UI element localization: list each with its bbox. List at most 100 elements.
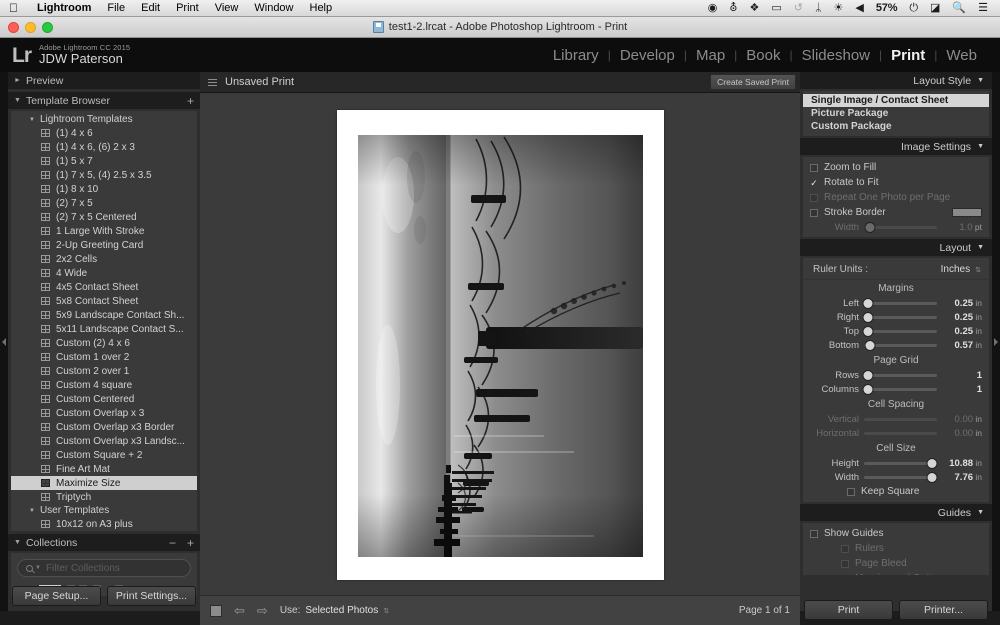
stroke-width-slider-knob[interactable] <box>865 222 875 232</box>
template-item[interactable]: (1) 7 x 5, (4) 2.5 x 3.5 <box>11 168 197 182</box>
page-grid-columns[interactable]: Columns 1 <box>803 382 989 396</box>
template-group-header[interactable]: ▼ User Templates <box>11 504 197 517</box>
spotlight-search-icon[interactable]: 🔍 <box>946 0 972 17</box>
template-item[interactable]: Custom Overlap x 3 <box>11 406 197 420</box>
show-guides-checkbox[interactable]: Show Guides <box>803 526 989 541</box>
photo-cell[interactable] <box>357 134 643 557</box>
cell-spacing-horizontal-slider[interactable] <box>864 431 937 435</box>
template-browser-header[interactable]: ▼ Template Browser + <box>8 92 200 109</box>
identity-plate[interactable]: Lr Adobe Lightroom CC 2015 JDW Paterson <box>0 43 130 66</box>
margin-left-slider-knob[interactable] <box>863 298 873 308</box>
template-item[interactable]: (2) 7 x 5 <box>11 196 197 210</box>
airplay-icon[interactable]: ▭ <box>765 0 787 17</box>
template-item[interactable]: Custom Overlap x3 Landsc... <box>11 434 197 448</box>
ruler-units-select[interactable]: Inches ⇅ <box>941 264 981 275</box>
minimize-button[interactable] <box>25 22 36 33</box>
template-item[interactable]: Custom 4 square <box>11 378 197 392</box>
cell-spacing-vertical[interactable]: Vertical 0.00 in <box>803 412 989 426</box>
image-setting-zoom-to-fill[interactable]: Zoom to Fill <box>803 160 989 175</box>
page-setup-button[interactable]: Page Setup... <box>12 586 101 606</box>
page-grid-rows-slider-knob[interactable] <box>863 370 873 380</box>
time-machine-icon[interactable]: ↺ <box>788 0 809 17</box>
cell-size-height-slider[interactable] <box>864 458 937 468</box>
module-print[interactable]: Print <box>882 47 934 64</box>
checkbox-icon[interactable] <box>841 574 849 575</box>
print-button[interactable]: Print <box>804 600 893 620</box>
margin-left-slider[interactable] <box>863 298 937 308</box>
guide-margins-and-gutters[interactable]: Margins and Gutters <box>803 571 989 575</box>
filter-collections-input[interactable]: ▼ Filter Collections <box>17 559 191 577</box>
cell-size-width[interactable]: Width 7.76 in <box>803 470 989 484</box>
shield-icon[interactable]: ⛢ <box>723 0 743 17</box>
template-item[interactable]: Fine Art Mat <box>11 462 197 476</box>
guide-page-bleed[interactable]: Page Bleed <box>803 556 989 571</box>
right-panel-toggle[interactable] <box>992 72 1000 611</box>
volume-icon[interactable]: ◀ <box>849 0 869 17</box>
margin-top-slider-knob[interactable] <box>863 326 873 336</box>
page-grid-rows-slider[interactable] <box>863 370 937 380</box>
margin-right-slider-knob[interactable] <box>863 312 873 322</box>
template-item[interactable]: 5x8 Contact Sheet <box>11 294 197 308</box>
template-group-header[interactable]: ▼ Lightroom Templates <box>11 113 197 126</box>
template-item[interactable]: 4x5 Contact Sheet <box>11 280 197 294</box>
close-button[interactable] <box>8 22 19 33</box>
plus-icon[interactable]: + <box>187 95 194 107</box>
image-setting-stroke-border[interactable]: Stroke Border <box>803 205 989 220</box>
cell-size-width-slider-knob[interactable] <box>927 472 937 482</box>
image-setting-repeat-one-photo-per-page[interactable]: Repeat One Photo per Page <box>803 190 989 205</box>
checkbox-icon[interactable] <box>810 208 818 217</box>
clock-icon[interactable]: ◪ <box>924 0 946 17</box>
menu-item-view[interactable]: View <box>207 2 247 14</box>
page-grid-columns-slider-knob[interactable] <box>863 384 873 394</box>
margin-bottom-slider[interactable] <box>864 340 937 350</box>
template-item[interactable]: Triptych <box>11 490 197 504</box>
template-item[interactable]: 5x9 Landscape Contact Sh... <box>11 308 197 322</box>
wifi-icon[interactable]: ☀ <box>828 0 850 17</box>
use-selector[interactable]: Use: Selected Photos ⇅ <box>280 605 389 616</box>
plus-icon[interactable]: + <box>187 537 194 549</box>
template-item[interactable]: Maximize Size <box>11 476 197 490</box>
dropbox-icon[interactable]: ❖ <box>743 0 765 17</box>
left-panel-toggle[interactable] <box>0 72 8 611</box>
cell-size-width-slider[interactable] <box>864 472 937 482</box>
margin-top[interactable]: Top 0.25 in <box>803 324 989 338</box>
create-saved-print-button[interactable]: Create Saved Print <box>710 74 796 90</box>
template-item[interactable]: 2x2 Cells <box>11 252 197 266</box>
layout-header[interactable]: Layout ▼ <box>800 239 992 256</box>
page-grid-columns-slider[interactable] <box>863 384 937 394</box>
cell-size-height[interactable]: Height 10.88 in <box>803 456 989 470</box>
template-item[interactable]: 10x12 on A3 plus <box>11 517 197 531</box>
layout-style-header[interactable]: Layout Style ▼ <box>800 72 992 89</box>
menu-item-print[interactable]: Print <box>168 2 207 14</box>
print-page[interactable] <box>336 109 664 580</box>
vpn-eye-icon[interactable]: ◉ <box>702 0 724 17</box>
print-settings-button[interactable]: Print Settings... <box>107 586 196 606</box>
layout-style-option[interactable]: Single Image / Contact Sheet <box>803 94 989 107</box>
image-settings-header[interactable]: Image Settings ▼ <box>800 138 992 155</box>
menu-icon[interactable] <box>204 78 217 86</box>
minus-icon[interactable]: − <box>169 537 176 549</box>
guides-header[interactable]: Guides ▼ <box>800 504 992 521</box>
template-item[interactable]: Custom 1 over 2 <box>11 350 197 364</box>
menu-item-window[interactable]: Window <box>246 2 301 14</box>
template-item[interactable]: Custom (2) 4 x 6 <box>11 336 197 350</box>
module-slideshow[interactable]: Slideshow <box>793 47 879 64</box>
layout-style-option[interactable]: Picture Package <box>803 107 989 120</box>
template-list[interactable]: ▼ Lightroom Templates (1) 4 x 6 (1) 4 x 6, … <box>11 111 197 531</box>
image-setting-rotate-to-fit[interactable]: ✓ Rotate to Fit <box>803 175 989 190</box>
margin-top-slider[interactable] <box>863 326 937 336</box>
zoom-button[interactable] <box>42 22 53 33</box>
stroke-border-color-swatch[interactable] <box>952 208 982 217</box>
cell-spacing-vertical-slider[interactable] <box>864 417 937 421</box>
menu-item-file[interactable]: File <box>99 2 133 14</box>
margin-left[interactable]: Left 0.25 in <box>803 296 989 310</box>
module-develop[interactable]: Develop <box>611 47 684 64</box>
menu-item-lightroom[interactable]: Lightroom <box>29 2 99 14</box>
print-preview-stage[interactable] <box>200 94 800 595</box>
template-item[interactable]: (1) 4 x 6, (6) 2 x 3 <box>11 140 197 154</box>
page-thumbnail-icon[interactable] <box>210 604 222 617</box>
stroke-width-slider[interactable] <box>864 222 937 232</box>
template-item[interactable]: Custom Overlap x3 Border <box>11 420 197 434</box>
checkbox-icon[interactable] <box>841 544 849 553</box>
collections-header[interactable]: ▼ Collections − + <box>8 534 200 551</box>
